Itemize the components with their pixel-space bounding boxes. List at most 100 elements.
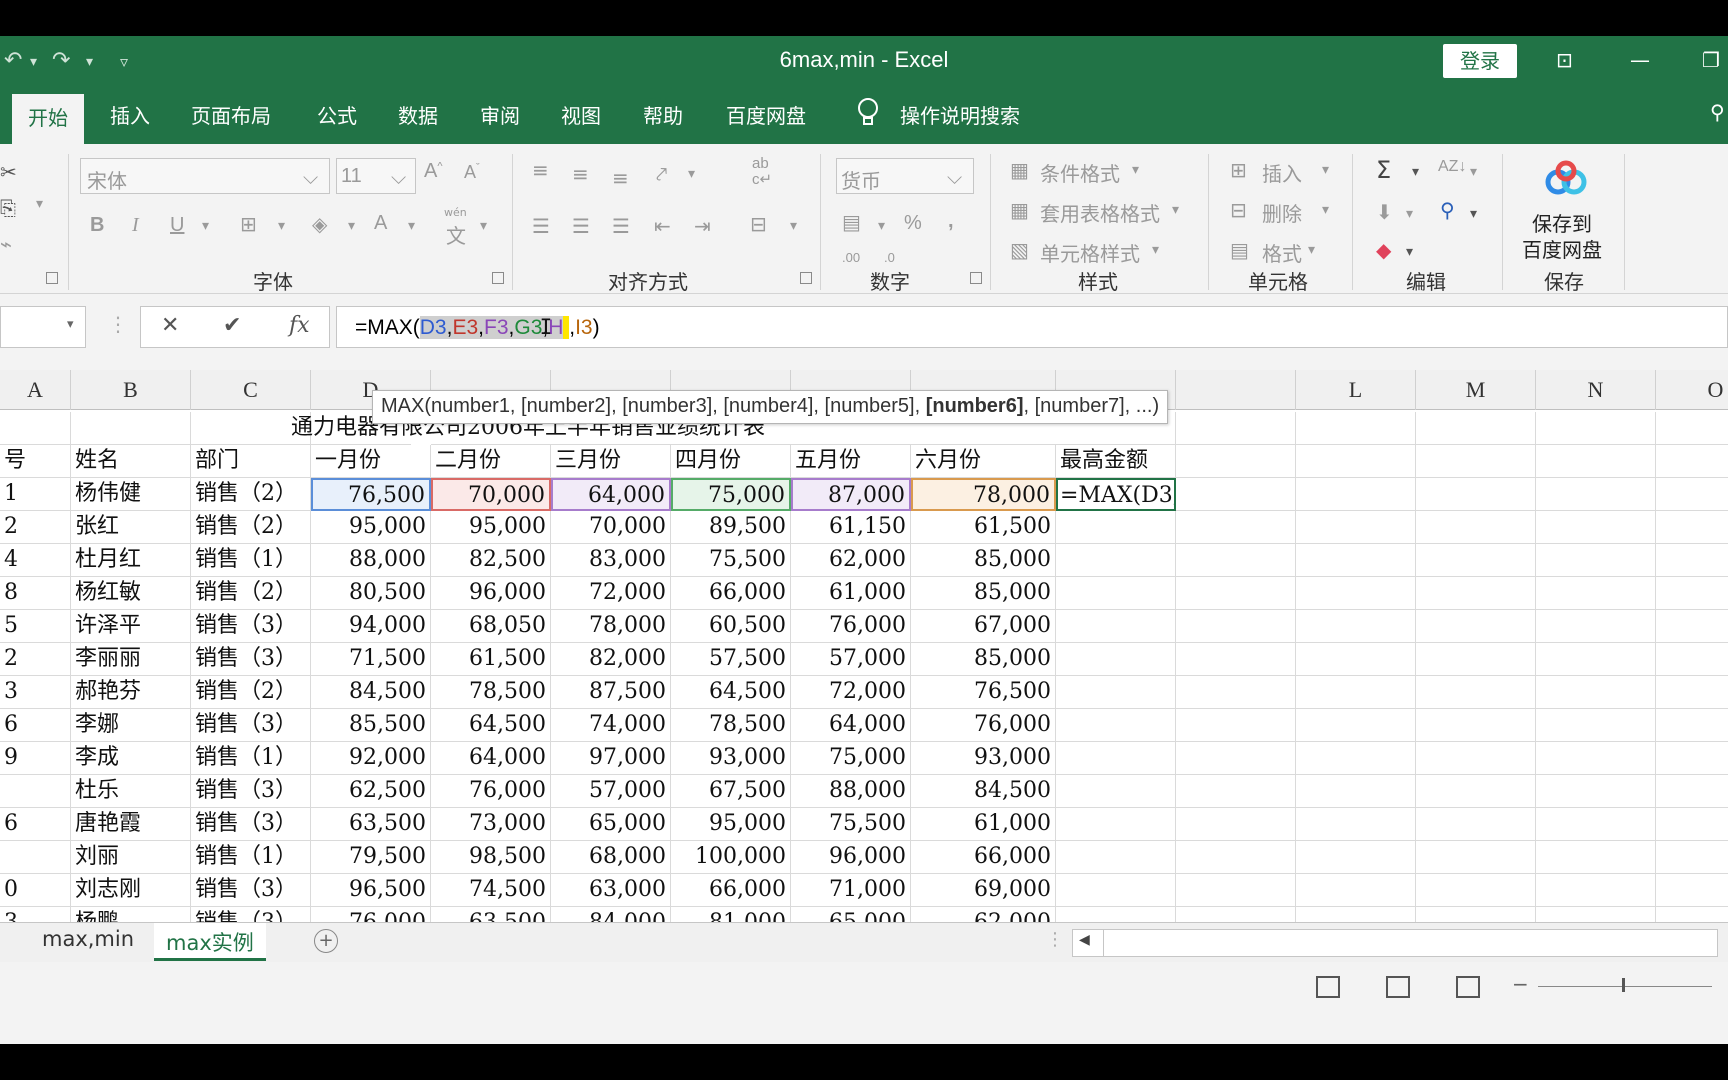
grid-cell[interactable]: 销售（3） xyxy=(191,643,311,676)
merge-center-icon[interactable]: ⊟ xyxy=(750,212,767,236)
grid-cell[interactable] xyxy=(1056,808,1176,841)
clear-icon[interactable]: ◆ xyxy=(1376,238,1391,262)
grid-cell[interactable] xyxy=(1656,775,1728,808)
save-to-baidu-line2[interactable]: 百度网盘 xyxy=(1522,234,1602,263)
cell-styles-icon[interactable]: ▧ xyxy=(1010,238,1029,262)
grid-cell[interactable]: 63,000 xyxy=(551,874,671,907)
grid-cell[interactable]: 61,500 xyxy=(431,643,551,676)
minimize-icon[interactable]: — xyxy=(1630,48,1650,72)
grid-cell[interactable]: 57,000 xyxy=(791,643,911,676)
grid-cell[interactable] xyxy=(1416,841,1536,874)
grid-cell[interactable] xyxy=(1296,610,1416,643)
column-header-c[interactable]: C xyxy=(191,370,311,410)
grid-cell[interactable] xyxy=(1536,709,1656,742)
zoom-slider-thumb[interactable] xyxy=(1622,978,1625,992)
grid-cell[interactable]: 6 xyxy=(0,709,71,742)
tab-formulas[interactable]: 公式 xyxy=(317,100,357,129)
grid-cell[interactable] xyxy=(1296,841,1416,874)
grid-cell[interactable] xyxy=(1536,445,1656,478)
column-header-b[interactable]: B xyxy=(71,370,191,410)
grid-cell[interactable] xyxy=(1296,874,1416,907)
column-title-cell[interactable]: 六月份 xyxy=(911,445,1056,478)
grid-cell[interactable]: 74,500 xyxy=(431,874,551,907)
grid-cell[interactable] xyxy=(1416,643,1536,676)
grid-cell[interactable] xyxy=(1656,643,1728,676)
find-select-icon[interactable]: ⚲ xyxy=(1440,198,1455,222)
grid-cell[interactable]: 李娜 xyxy=(71,709,191,742)
grid-cell[interactable]: 88,000 xyxy=(791,775,911,808)
column-header-m[interactable]: M xyxy=(1416,370,1536,410)
orientation-dropdown-icon[interactable]: ▾ xyxy=(688,166,695,182)
grid-cell[interactable]: 销售（2） xyxy=(191,478,311,511)
grid-cell[interactable] xyxy=(1056,907,1176,922)
grid-cell[interactable]: 82,000 xyxy=(551,643,671,676)
grid-cell[interactable] xyxy=(1416,544,1536,577)
top-align-icon[interactable]: ≡ xyxy=(532,158,549,182)
column-header-n[interactable]: N xyxy=(1536,370,1656,410)
grid-cell[interactable]: 68,050 xyxy=(431,610,551,643)
column-title-cell[interactable]: 一月份 xyxy=(311,445,431,478)
grid-cell[interactable]: 93,000 xyxy=(671,742,791,775)
grid-cell[interactable]: 85,000 xyxy=(911,544,1056,577)
grid-cell[interactable]: 71,000 xyxy=(791,874,911,907)
insert-function-icon[interactable]: fx xyxy=(289,313,310,338)
grid-cell[interactable] xyxy=(1536,676,1656,709)
grid-cell[interactable]: 2 xyxy=(0,643,71,676)
grid-cell[interactable]: 94,000 xyxy=(311,610,431,643)
font-size-combobox[interactable]: 11 ⌵ xyxy=(336,158,416,194)
align-right-icon[interactable]: ☰ xyxy=(612,214,630,238)
grid-cell[interactable]: 76,500 xyxy=(311,478,431,511)
column-title-cell[interactable]: 号 xyxy=(0,445,71,478)
grid-cell[interactable]: 许泽平 xyxy=(71,610,191,643)
fill-color-icon[interactable]: ◈ xyxy=(312,212,327,236)
add-sheet-icon[interactable]: + xyxy=(314,929,338,953)
grid-cell[interactable] xyxy=(1056,775,1176,808)
grid-cell[interactable] xyxy=(1056,577,1176,610)
grid-cell[interactable]: 70,000 xyxy=(431,478,551,511)
tab-page-layout[interactable]: 页面布局 xyxy=(191,100,271,129)
grid-cell[interactable]: 78,000 xyxy=(911,478,1056,511)
grid-cell[interactable] xyxy=(1416,808,1536,841)
zoom-slider[interactable] xyxy=(1538,986,1712,987)
grid-cell[interactable]: 81,000 xyxy=(671,907,791,922)
column-title-cell[interactable]: 五月份 xyxy=(791,445,911,478)
grid-cell[interactable]: 97,000 xyxy=(551,742,671,775)
horizontal-scrollbar[interactable]: ◀ xyxy=(1072,929,1718,957)
grid-cell[interactable] xyxy=(1296,907,1416,922)
borders-icon[interactable]: ⊞ xyxy=(240,212,257,236)
grid-cell[interactable]: 76,000 xyxy=(911,709,1056,742)
grid-cell[interactable]: 75,500 xyxy=(791,808,911,841)
grid-cell[interactable] xyxy=(0,412,71,445)
bold-icon[interactable]: B xyxy=(90,214,104,237)
grid-cell[interactable]: 62,000 xyxy=(791,544,911,577)
clear-dropdown-icon[interactable]: ▾ xyxy=(1406,244,1413,260)
cell-styles-button[interactable]: 单元格样式 xyxy=(1040,238,1140,267)
grid-cell[interactable]: 75,500 xyxy=(671,544,791,577)
grid-cell[interactable]: 67,500 xyxy=(671,775,791,808)
merge-dropdown-icon[interactable]: ▾ xyxy=(790,218,797,234)
grid-cell[interactable]: 销售（3） xyxy=(191,775,311,808)
number-dialog-launcher-icon[interactable] xyxy=(970,272,982,284)
font-name-combobox[interactable]: 宋体 ⌵ xyxy=(80,158,330,194)
grid-cell[interactable] xyxy=(1416,874,1536,907)
ribbon-display-options-icon[interactable]: ⊡ xyxy=(1556,48,1573,72)
grid-cell[interactable] xyxy=(1296,643,1416,676)
grid-cell[interactable]: 杜乐 xyxy=(71,775,191,808)
grid-cell[interactable] xyxy=(1176,643,1296,676)
grid-cell[interactable]: 6 xyxy=(0,808,71,841)
grid-cell[interactable]: 75,000 xyxy=(671,478,791,511)
grid-cell[interactable]: 67,000 xyxy=(911,610,1056,643)
grid-cell[interactable]: 销售（2） xyxy=(191,676,311,709)
grid-cell[interactable] xyxy=(1056,610,1176,643)
grid-cell[interactable]: 61,150 xyxy=(791,511,911,544)
borders-dropdown-icon[interactable]: ▾ xyxy=(278,218,285,234)
column-title-cell[interactable]: 三月份 xyxy=(551,445,671,478)
grid-cell[interactable] xyxy=(1536,808,1656,841)
grid-cell[interactable]: 76,000 xyxy=(791,610,911,643)
grid-cell[interactable] xyxy=(1296,577,1416,610)
grid-cell[interactable]: 8 xyxy=(0,577,71,610)
grid-cell[interactable] xyxy=(1176,808,1296,841)
grid-cell[interactable]: 96,000 xyxy=(431,577,551,610)
grid-cell[interactable]: 62,000 xyxy=(911,907,1056,922)
grid-cell[interactable] xyxy=(1536,412,1656,445)
